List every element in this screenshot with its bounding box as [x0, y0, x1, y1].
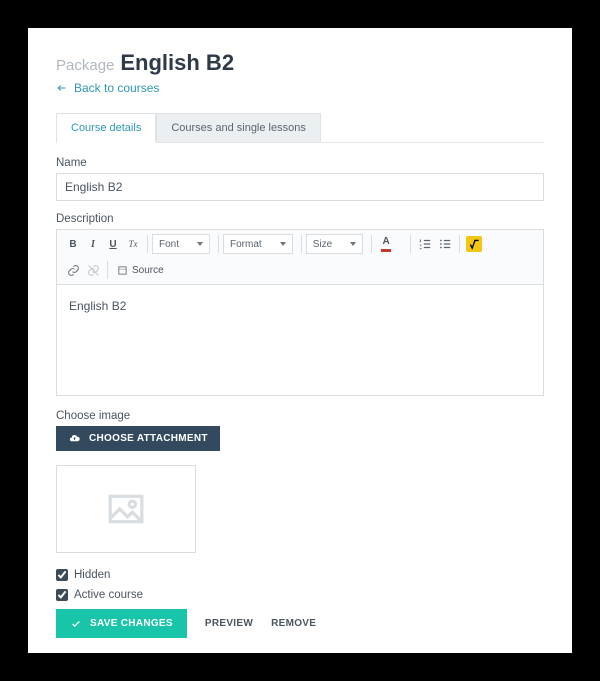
- tab-course-details[interactable]: Course details: [56, 113, 156, 143]
- save-label: SAVE CHANGES: [90, 618, 173, 629]
- numbered-list-icon: [418, 237, 432, 251]
- rich-text-editor: B I U Tx Font Format Size: [56, 229, 544, 396]
- toolbar-separator: [301, 235, 302, 253]
- page-title-row: Package English B2: [56, 50, 544, 76]
- tab-label: Course details: [71, 122, 141, 134]
- choose-attachment-label: CHOOSE ATTACHMENT: [89, 433, 208, 444]
- page-title: English B2: [120, 50, 234, 76]
- dropdown-label: Font: [159, 239, 179, 250]
- text-color-letter: A: [383, 237, 390, 247]
- source-icon: [117, 265, 128, 276]
- toolbar-separator: [107, 261, 108, 279]
- math-button[interactable]: [464, 234, 484, 254]
- clear-format-label: Tx: [129, 239, 138, 249]
- toolbar-separator: [218, 235, 219, 253]
- image-placeholder-icon: [102, 490, 150, 528]
- back-link-label: Back to courses: [74, 81, 159, 95]
- active-checkbox-row[interactable]: Active course: [56, 589, 544, 601]
- text-color-button[interactable]: A: [376, 234, 396, 254]
- clear-format-button[interactable]: Tx: [123, 234, 143, 254]
- active-label: Active course: [74, 589, 143, 601]
- chevron-down-icon: [280, 242, 286, 246]
- preview-button[interactable]: PREVIEW: [205, 618, 253, 629]
- link-button[interactable]: [63, 260, 83, 280]
- tab-label: Courses and single lessons: [171, 122, 306, 134]
- format-dropdown[interactable]: Format: [223, 234, 293, 254]
- source-button[interactable]: Source: [112, 260, 169, 280]
- size-dropdown[interactable]: Size: [306, 234, 363, 254]
- name-input[interactable]: [56, 173, 544, 201]
- choose-attachment-button[interactable]: CHOOSE ATTACHMENT: [56, 426, 220, 451]
- hidden-label: Hidden: [74, 569, 110, 581]
- underline-button[interactable]: U: [103, 234, 123, 254]
- arrow-left-icon: [56, 83, 68, 93]
- toolbar-separator: [459, 235, 460, 253]
- name-label: Name: [56, 157, 544, 169]
- editor-body[interactable]: English B2: [57, 285, 543, 395]
- toolbar-separator: [371, 235, 372, 253]
- actions-row: SAVE CHANGES PREVIEW REMOVE: [56, 609, 544, 638]
- hidden-checkbox[interactable]: [56, 569, 68, 581]
- link-icon: [67, 264, 80, 277]
- cloud-upload-icon: [68, 433, 81, 444]
- active-checkbox[interactable]: [56, 589, 68, 601]
- title-prefix: Package: [56, 57, 114, 74]
- italic-button[interactable]: I: [83, 234, 103, 254]
- back-to-courses-link[interactable]: Back to courses: [56, 81, 159, 95]
- chevron-down-icon: [350, 242, 356, 246]
- choose-image-label: Choose image: [56, 410, 544, 422]
- hidden-checkbox-row[interactable]: Hidden: [56, 569, 544, 581]
- unlink-button[interactable]: [83, 260, 103, 280]
- math-icon: [466, 236, 482, 252]
- editor-toolbar: B I U Tx Font Format Size: [57, 230, 543, 285]
- font-dropdown[interactable]: Font: [152, 234, 210, 254]
- tab-courses-lessons[interactable]: Courses and single lessons: [156, 113, 321, 142]
- description-label: Description: [56, 213, 544, 225]
- tabs: Course details Courses and single lesson…: [56, 113, 544, 143]
- remove-button[interactable]: REMOVE: [271, 618, 316, 629]
- toolbar-separator: [147, 235, 148, 253]
- content-panel: Package English B2 Back to courses Cours…: [28, 28, 572, 653]
- check-icon: [70, 619, 82, 629]
- bold-button[interactable]: B: [63, 234, 83, 254]
- chevron-down-icon: [197, 242, 203, 246]
- numbered-list-button[interactable]: [415, 234, 435, 254]
- save-button[interactable]: SAVE CHANGES: [56, 609, 187, 638]
- bullet-list-button[interactable]: [435, 234, 455, 254]
- bullet-list-icon: [438, 237, 452, 251]
- text-color-caret[interactable]: [396, 234, 406, 254]
- dropdown-label: Size: [313, 239, 332, 250]
- toolbar-separator: [410, 235, 411, 253]
- unlink-icon: [87, 264, 100, 277]
- dropdown-label: Format: [230, 239, 262, 250]
- text-color-swatch: [381, 249, 391, 252]
- image-placeholder: [56, 465, 196, 553]
- source-label: Source: [132, 265, 164, 276]
